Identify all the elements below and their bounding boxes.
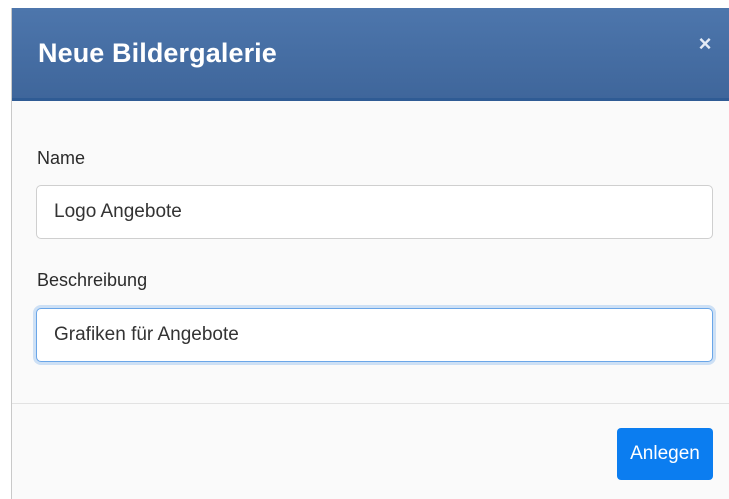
dialog-footer: Anlegen xyxy=(12,404,729,499)
background-page-strip xyxy=(0,0,729,8)
description-input[interactable] xyxy=(36,308,713,362)
dialog-header: Neue Bildergalerie × xyxy=(12,8,729,101)
name-label: Name xyxy=(37,148,86,168)
close-icon[interactable]: × xyxy=(693,32,717,56)
background-page-edge xyxy=(0,8,11,499)
new-gallery-dialog: Neue Bildergalerie × Name Beschreibung A… xyxy=(11,8,729,499)
dialog-body: Name Beschreibung xyxy=(12,104,729,404)
description-label: Beschreibung xyxy=(37,270,148,290)
create-button[interactable]: Anlegen xyxy=(617,428,713,480)
dialog-title: Neue Bildergalerie xyxy=(38,38,277,68)
name-input[interactable] xyxy=(36,185,713,239)
page: Neue Bildergalerie × Name Beschreibung A… xyxy=(0,0,729,499)
